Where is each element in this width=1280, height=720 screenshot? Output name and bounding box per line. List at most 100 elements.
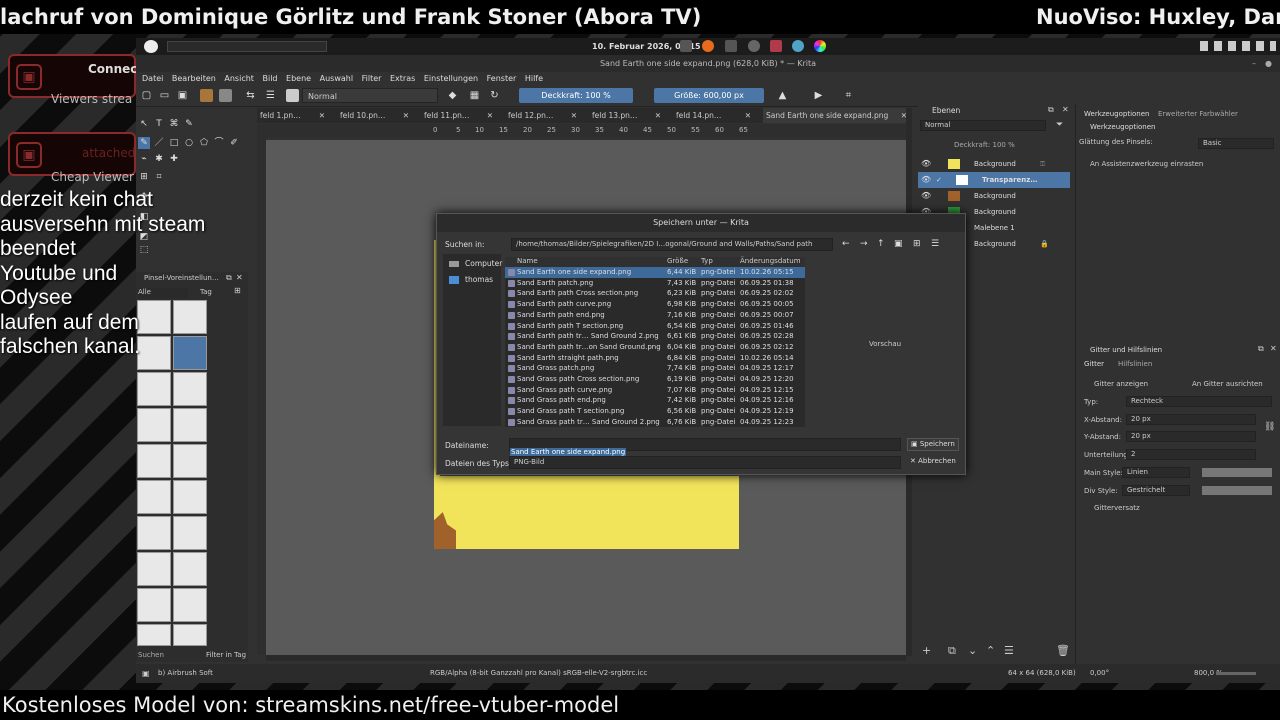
menu-filter[interactable]: Filter bbox=[362, 72, 382, 85]
filter-icon[interactable]: ⏷ bbox=[1056, 120, 1063, 130]
brush-preset[interactable] bbox=[173, 372, 207, 406]
grid-type-select[interactable]: Rechteck bbox=[1126, 396, 1272, 407]
menu-fenster[interactable]: Fenster bbox=[487, 72, 517, 85]
float-icon[interactable]: ⧉ bbox=[226, 273, 232, 283]
tab-feld-1[interactable]: feld 1.pn… ✕ bbox=[257, 108, 329, 123]
brush-preset[interactable] bbox=[137, 552, 171, 586]
file-row[interactable]: Sand Grass path tr… Sand Ground 2.png 6,7… bbox=[505, 417, 805, 428]
float-icon[interactable]: ⧉ bbox=[1258, 344, 1264, 354]
close-icon[interactable]: ✕ bbox=[236, 273, 243, 282]
parent-folder-icon[interactable]: ↑ bbox=[877, 239, 885, 249]
mail-icon[interactable] bbox=[725, 40, 737, 52]
close-icon[interactable]: ✕ bbox=[403, 108, 409, 123]
file-row[interactable]: Sand Earth path tr… Sand Ground 2.png 6,6… bbox=[505, 331, 805, 342]
x-spacing-input[interactable]: 20 px bbox=[1126, 414, 1256, 425]
visibility-icon[interactable]: 👁 bbox=[921, 156, 931, 172]
brush-preset-icon[interactable] bbox=[286, 89, 299, 102]
reload-icon[interactable]: ↻ bbox=[488, 89, 501, 102]
horizontal-scrollbar[interactable] bbox=[266, 655, 906, 661]
subdivision-input[interactable]: 2 bbox=[1126, 449, 1256, 460]
add-layer-icon[interactable]: + bbox=[922, 644, 931, 657]
app-icon[interactable] bbox=[770, 40, 782, 52]
move-down-icon[interactable]: ⌄ bbox=[968, 644, 977, 657]
duplicate-layer-icon[interactable]: ⧉ bbox=[948, 644, 956, 658]
polygon-tool-icon[interactable]: ⬠ bbox=[198, 137, 210, 149]
brush-preset[interactable] bbox=[137, 516, 171, 550]
back-icon[interactable]: ← bbox=[842, 239, 850, 249]
brush-preset[interactable] bbox=[173, 624, 207, 646]
close-icon[interactable]: ✕ bbox=[1062, 105, 1069, 114]
forward-icon[interactable]: → bbox=[860, 239, 868, 249]
new-folder-icon[interactable]: ▣ bbox=[894, 239, 903, 249]
file-row[interactable]: Sand Grass patch.png 7,74 KiB png-Datei 04.… bbox=[505, 363, 805, 374]
brush-tool-icon[interactable]: ✎ bbox=[138, 137, 150, 149]
menu-einstellungen[interactable]: Einstellungen bbox=[424, 72, 478, 85]
open-document-icon[interactable]: ▭ bbox=[158, 89, 171, 102]
file-row[interactable]: Sand Earth patch.png 7,43 KiB png-Datei 06.… bbox=[505, 278, 805, 289]
preserve-alpha-icon[interactable]: ▦ bbox=[468, 89, 481, 102]
brush-preset[interactable] bbox=[173, 588, 207, 622]
status-rotation[interactable]: 0,00° bbox=[1090, 664, 1109, 683]
opacity-slider[interactable]: Deckkraft: 100 % bbox=[519, 88, 633, 103]
transform-tool-icon[interactable]: ⊞ bbox=[138, 171, 150, 183]
layer-row[interactable]: 👁 Background ⚿ bbox=[918, 156, 1070, 172]
menu-extras[interactable]: Extras bbox=[390, 72, 415, 85]
brush-preset[interactable] bbox=[137, 480, 171, 514]
file-row[interactable]: Sand Earth path curve.png 6,98 KiB png-Dat… bbox=[505, 299, 805, 310]
delete-layer-icon[interactable]: 🗑 bbox=[1056, 644, 1070, 657]
tab-feld-11[interactable]: feld 11.pn… ✕ bbox=[421, 108, 497, 123]
tab-guides[interactable]: Hilfslinien bbox=[1118, 360, 1152, 368]
file-row[interactable]: Sand Grass path T section.png 6,56 KiB png… bbox=[505, 406, 805, 417]
layer-opacity[interactable]: Deckkraft: 100 % bbox=[954, 141, 1015, 149]
y-spacing-input[interactable]: 20 px bbox=[1126, 431, 1256, 442]
brush-preset[interactable] bbox=[137, 372, 171, 406]
firefox-icon[interactable] bbox=[702, 40, 714, 52]
file-row-selected[interactable]: Sand Earth one side expand.png 6,44 KiB pn… bbox=[505, 267, 805, 278]
rectangle-tool-icon[interactable]: □ bbox=[168, 137, 180, 149]
crop-icon[interactable]: ⌗ bbox=[842, 89, 855, 102]
calligraphy-icon[interactable]: ✎ bbox=[183, 118, 195, 130]
file-row[interactable]: Sand Grass path end.png 7,42 KiB png-Datei… bbox=[505, 395, 805, 406]
save-button[interactable]: ▣ Speichern bbox=[907, 438, 959, 451]
tab-feld-14[interactable]: feld 14.pn… ✕ bbox=[673, 108, 755, 123]
pattern-swatch[interactable] bbox=[200, 89, 213, 102]
brush-preset[interactable] bbox=[173, 552, 207, 586]
blend-mode-select[interactable]: Normal bbox=[302, 88, 438, 103]
tab-feld-13[interactable]: feld 13.pn… ✕ bbox=[589, 108, 665, 123]
preset-menu-icon[interactable]: ⊞ bbox=[234, 286, 241, 295]
tab-feld-12[interactable]: feld 12.pn… ✕ bbox=[505, 108, 581, 123]
gradient-swatch[interactable] bbox=[219, 89, 232, 102]
grid-offset-toggle[interactable]: Gitterversatz bbox=[1094, 504, 1140, 512]
column-date[interactable]: Änderungsdatum bbox=[740, 257, 801, 265]
menu-hilfe[interactable]: Hilfe bbox=[525, 72, 543, 85]
browser-icon[interactable] bbox=[792, 40, 804, 52]
assistant-checkbox[interactable]: An Assistenzwerkzeug einrasten bbox=[1090, 160, 1203, 168]
edit-shapes-icon[interactable]: ⌘ bbox=[168, 118, 180, 130]
menu-bild[interactable]: Bild bbox=[262, 72, 277, 85]
file-row[interactable]: Sand Grass path Cross section.png 6,19 Ki… bbox=[505, 374, 805, 385]
color-swap-icon[interactable]: ⇆ bbox=[244, 89, 257, 102]
show-grid-checkbox[interactable]: Gitter anzeigen bbox=[1094, 380, 1148, 388]
layer-row[interactable]: 👁 Background bbox=[918, 188, 1070, 204]
file-row[interactable]: Sand Earth straight path.png 6,84 KiB png-… bbox=[505, 353, 805, 364]
path-select[interactable]: /home/thomas/Bilder/Spielegrafiken/2D I…… bbox=[511, 238, 833, 251]
save-document-icon[interactable]: ▣ bbox=[176, 89, 189, 102]
image-canvas[interactable] bbox=[434, 476, 739, 549]
close-icon[interactable]: ● bbox=[1265, 55, 1272, 72]
menu-bearbeiten[interactable]: Bearbeiten bbox=[172, 72, 216, 85]
brush-preset[interactable] bbox=[137, 408, 171, 442]
list-view-icon[interactable]: ☰ bbox=[931, 239, 939, 249]
mirror-vertical-icon[interactable]: ▶ bbox=[812, 89, 825, 102]
menu-datei[interactable]: Datei bbox=[142, 72, 163, 85]
polyline-tool-icon[interactable]: ⌒ bbox=[213, 137, 225, 149]
smart-patch-icon[interactable]: ✚ bbox=[168, 153, 180, 165]
brush-preset[interactable] bbox=[173, 480, 207, 514]
tab-feld-10[interactable]: feld 10.pn… ✕ bbox=[337, 108, 413, 123]
mirror-horizontal-icon[interactable]: ▲ bbox=[776, 89, 789, 102]
calendar-icon[interactable] bbox=[680, 40, 692, 52]
krita-icon[interactable] bbox=[814, 40, 826, 52]
visibility-icon[interactable]: 👁 bbox=[921, 172, 931, 188]
move-up-icon[interactable]: ⌃ bbox=[986, 644, 995, 657]
place-computer[interactable]: Computer bbox=[465, 259, 502, 268]
layer-properties-icon[interactable]: ☰ bbox=[1004, 644, 1014, 657]
